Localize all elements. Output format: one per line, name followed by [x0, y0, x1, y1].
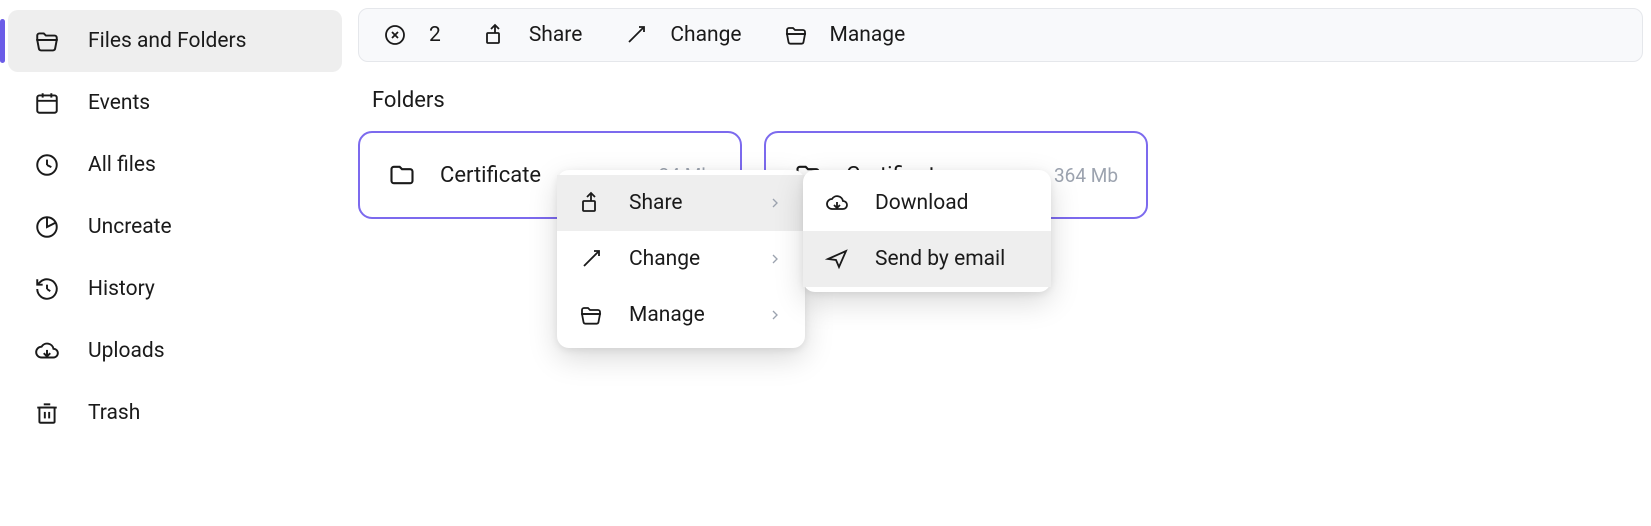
- sidebar-item-label: Uncreate: [88, 215, 172, 239]
- context-submenu: Download Send by email: [803, 170, 1051, 292]
- manage-button[interactable]: Manage: [784, 23, 906, 47]
- context-item-label: Download: [875, 191, 1029, 215]
- context-item-label: Manage: [629, 303, 767, 327]
- pencil-icon: [579, 247, 603, 271]
- section-title: Folders: [372, 88, 1643, 113]
- chevron-right-icon: [767, 307, 783, 323]
- sidebar-item-events[interactable]: Events: [0, 72, 350, 134]
- sidebar-item-label: All files: [88, 153, 156, 177]
- sidebar-item-label: Files and Folders: [88, 29, 246, 53]
- folder-open-icon: [784, 23, 808, 47]
- context-item-label: Share: [629, 191, 767, 215]
- sidebar-item-label: History: [88, 277, 155, 301]
- send-icon: [825, 247, 849, 271]
- cloud-download-icon: [34, 338, 60, 364]
- calendar-icon: [34, 90, 60, 116]
- chevron-right-icon: [767, 195, 783, 211]
- context-item-share[interactable]: Share: [557, 175, 805, 231]
- close-circle-icon: [383, 23, 407, 47]
- sidebar-item-trash[interactable]: Trash: [0, 382, 350, 444]
- share-button[interactable]: Share: [483, 23, 583, 47]
- change-button[interactable]: Change: [624, 23, 741, 47]
- context-item-manage[interactable]: Manage: [557, 287, 805, 343]
- sidebar-item-files-folders[interactable]: Files and Folders: [8, 10, 342, 72]
- context-item-download[interactable]: Download: [803, 175, 1051, 231]
- share-label: Share: [529, 23, 583, 47]
- sidebar-item-uncreate[interactable]: Uncreate: [0, 196, 350, 258]
- context-menu: Share Change Manage: [557, 170, 805, 348]
- context-item-send-email[interactable]: Send by email: [803, 231, 1051, 287]
- sidebar-item-uploads[interactable]: Uploads: [0, 320, 350, 382]
- manage-label: Manage: [830, 23, 906, 47]
- share-icon: [579, 191, 603, 215]
- history-icon: [34, 276, 60, 302]
- folder-size: 364 Mb: [1054, 164, 1118, 187]
- context-item-change[interactable]: Change: [557, 231, 805, 287]
- cloud-download-icon: [825, 191, 849, 215]
- trash-icon: [34, 400, 60, 426]
- sidebar-item-label: Events: [88, 91, 150, 115]
- sidebar: Files and Folders Events All files Uncre…: [0, 0, 350, 526]
- folder-open-icon: [579, 303, 603, 327]
- share-icon: [483, 23, 507, 47]
- deselect-button[interactable]: 2: [383, 23, 441, 47]
- selection-count: 2: [429, 23, 441, 47]
- pencil-icon: [624, 23, 648, 47]
- chevron-right-icon: [767, 251, 783, 267]
- sidebar-item-label: Uploads: [88, 339, 165, 363]
- context-item-label: Send by email: [875, 247, 1029, 271]
- folder-open-icon: [34, 28, 60, 54]
- folder-icon: [388, 161, 416, 189]
- pie-icon: [34, 214, 60, 240]
- clock-icon: [34, 152, 60, 178]
- sidebar-item-history[interactable]: History: [0, 258, 350, 320]
- sidebar-item-all-files[interactable]: All files: [0, 134, 350, 196]
- context-item-label: Change: [629, 247, 767, 271]
- selection-toolbar: 2 Share Change Manage: [358, 8, 1643, 62]
- sidebar-item-label: Trash: [88, 401, 140, 425]
- change-label: Change: [670, 23, 741, 47]
